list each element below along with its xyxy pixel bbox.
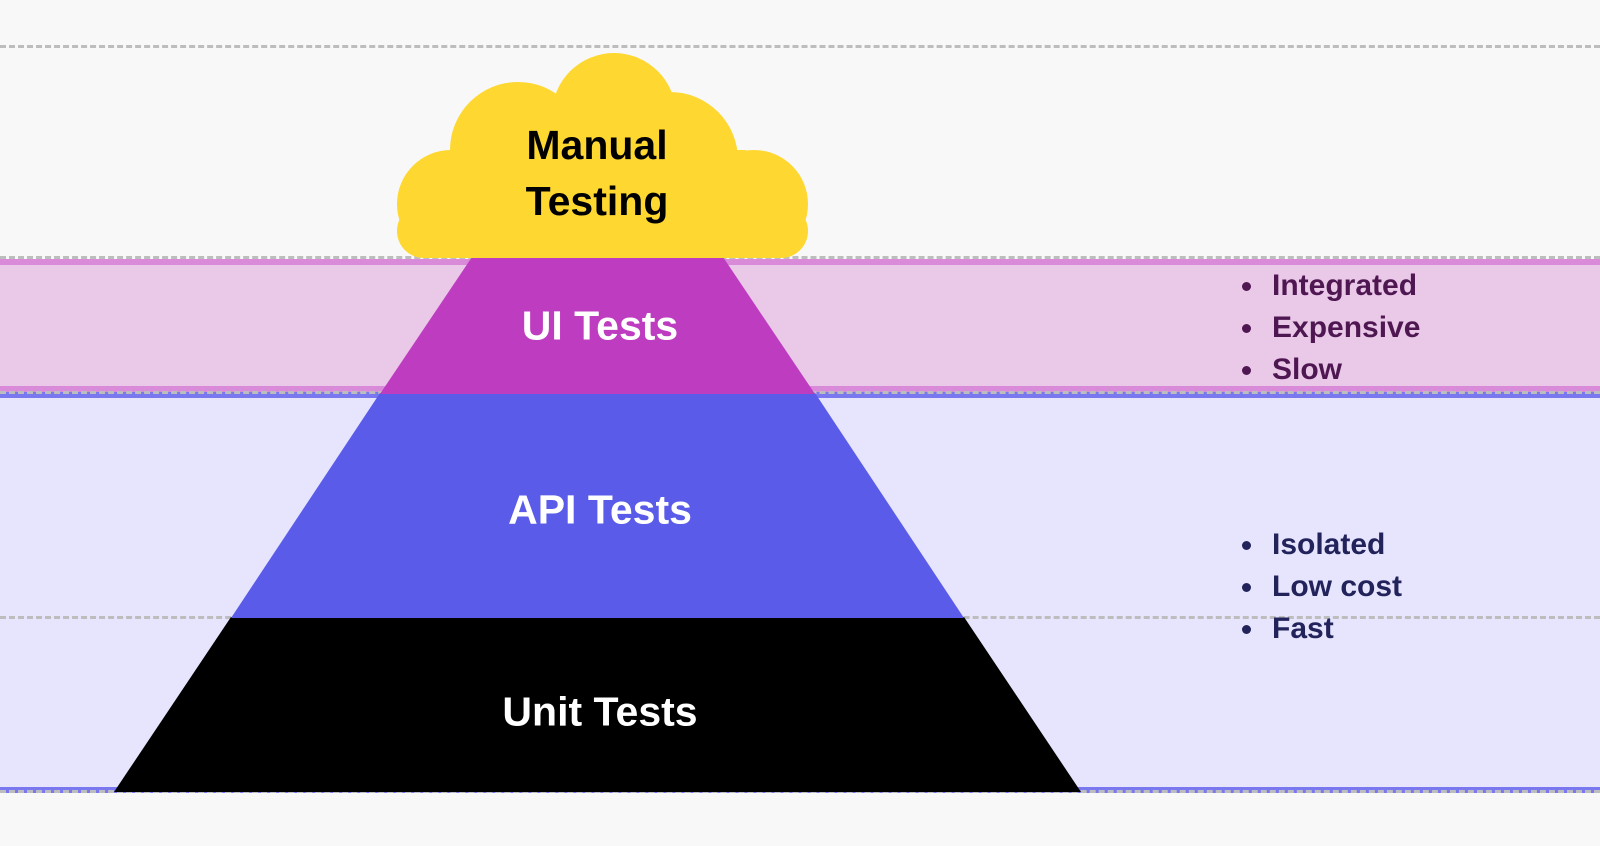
api-tests-label: API Tests: [508, 486, 692, 533]
top-characteristics-list: Integrated Expensive Slow: [1236, 265, 1420, 391]
list-item: Slow: [1266, 349, 1420, 391]
list-item: Expensive: [1266, 307, 1420, 349]
list-item: Isolated: [1266, 524, 1402, 566]
test-pyramid-graphic: [114, 53, 1081, 792]
list-item: Low cost: [1266, 566, 1402, 608]
ui-tests-label: UI Tests: [521, 302, 679, 349]
list-item: Integrated: [1266, 265, 1420, 307]
manual-testing-label-line1: Manual: [526, 122, 668, 168]
manual-testing-label-line2: Testing: [525, 178, 669, 224]
manual-testing-label: Manual Testing: [526, 117, 669, 229]
list-item: Fast: [1266, 608, 1402, 650]
unit-tests-label: Unit Tests: [502, 688, 698, 735]
bottom-characteristics-list: Isolated Low cost Fast: [1236, 524, 1402, 650]
